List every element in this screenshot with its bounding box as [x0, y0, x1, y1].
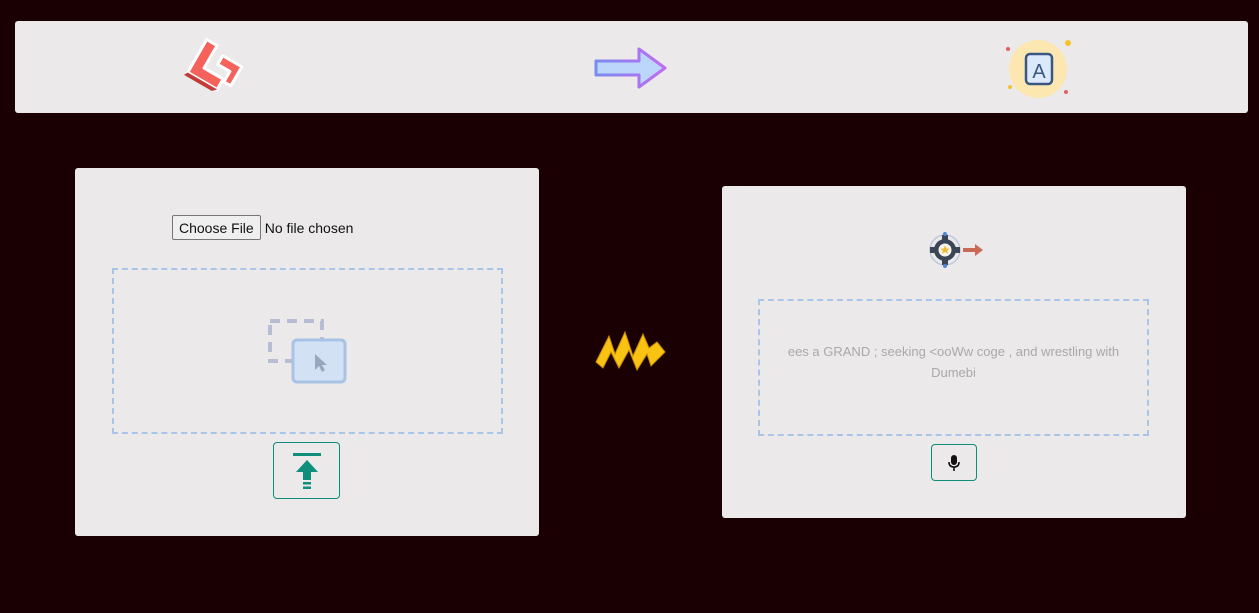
- transcript-text: ees a GRAND ; seeking <ooWw coge , and w…: [787, 344, 1120, 380]
- drop-zone[interactable]: [112, 268, 503, 434]
- output-card: ees a GRAND ; seeking <ooWw coge , and w…: [722, 186, 1186, 518]
- choose-file-button[interactable]: Choose File: [172, 215, 261, 240]
- transcript-box: ees a GRAND ; seeking <ooWw coge , and w…: [758, 299, 1149, 436]
- svg-text:A: A: [1032, 61, 1046, 83]
- gear-arrow-icon: [929, 232, 983, 268]
- upload-arrow-icon: [292, 452, 321, 489]
- lightning-bolt-icon: [595, 330, 666, 372]
- microphone-button[interactable]: [931, 444, 977, 481]
- translate-a-icon: A: [1006, 40, 1071, 98]
- header-bar: A: [15, 21, 1248, 113]
- laravel-logo-icon: [183, 38, 244, 91]
- microphone-icon: [948, 454, 960, 471]
- file-status-text: No file chosen: [264, 219, 354, 236]
- file-input[interactable]: Choose File No file chosen: [172, 215, 353, 240]
- upload-button[interactable]: [273, 442, 340, 499]
- arrow-right-icon: [594, 47, 667, 89]
- upload-card: Choose File No file chosen: [75, 168, 539, 536]
- select-area-cursor-icon: [268, 319, 347, 384]
